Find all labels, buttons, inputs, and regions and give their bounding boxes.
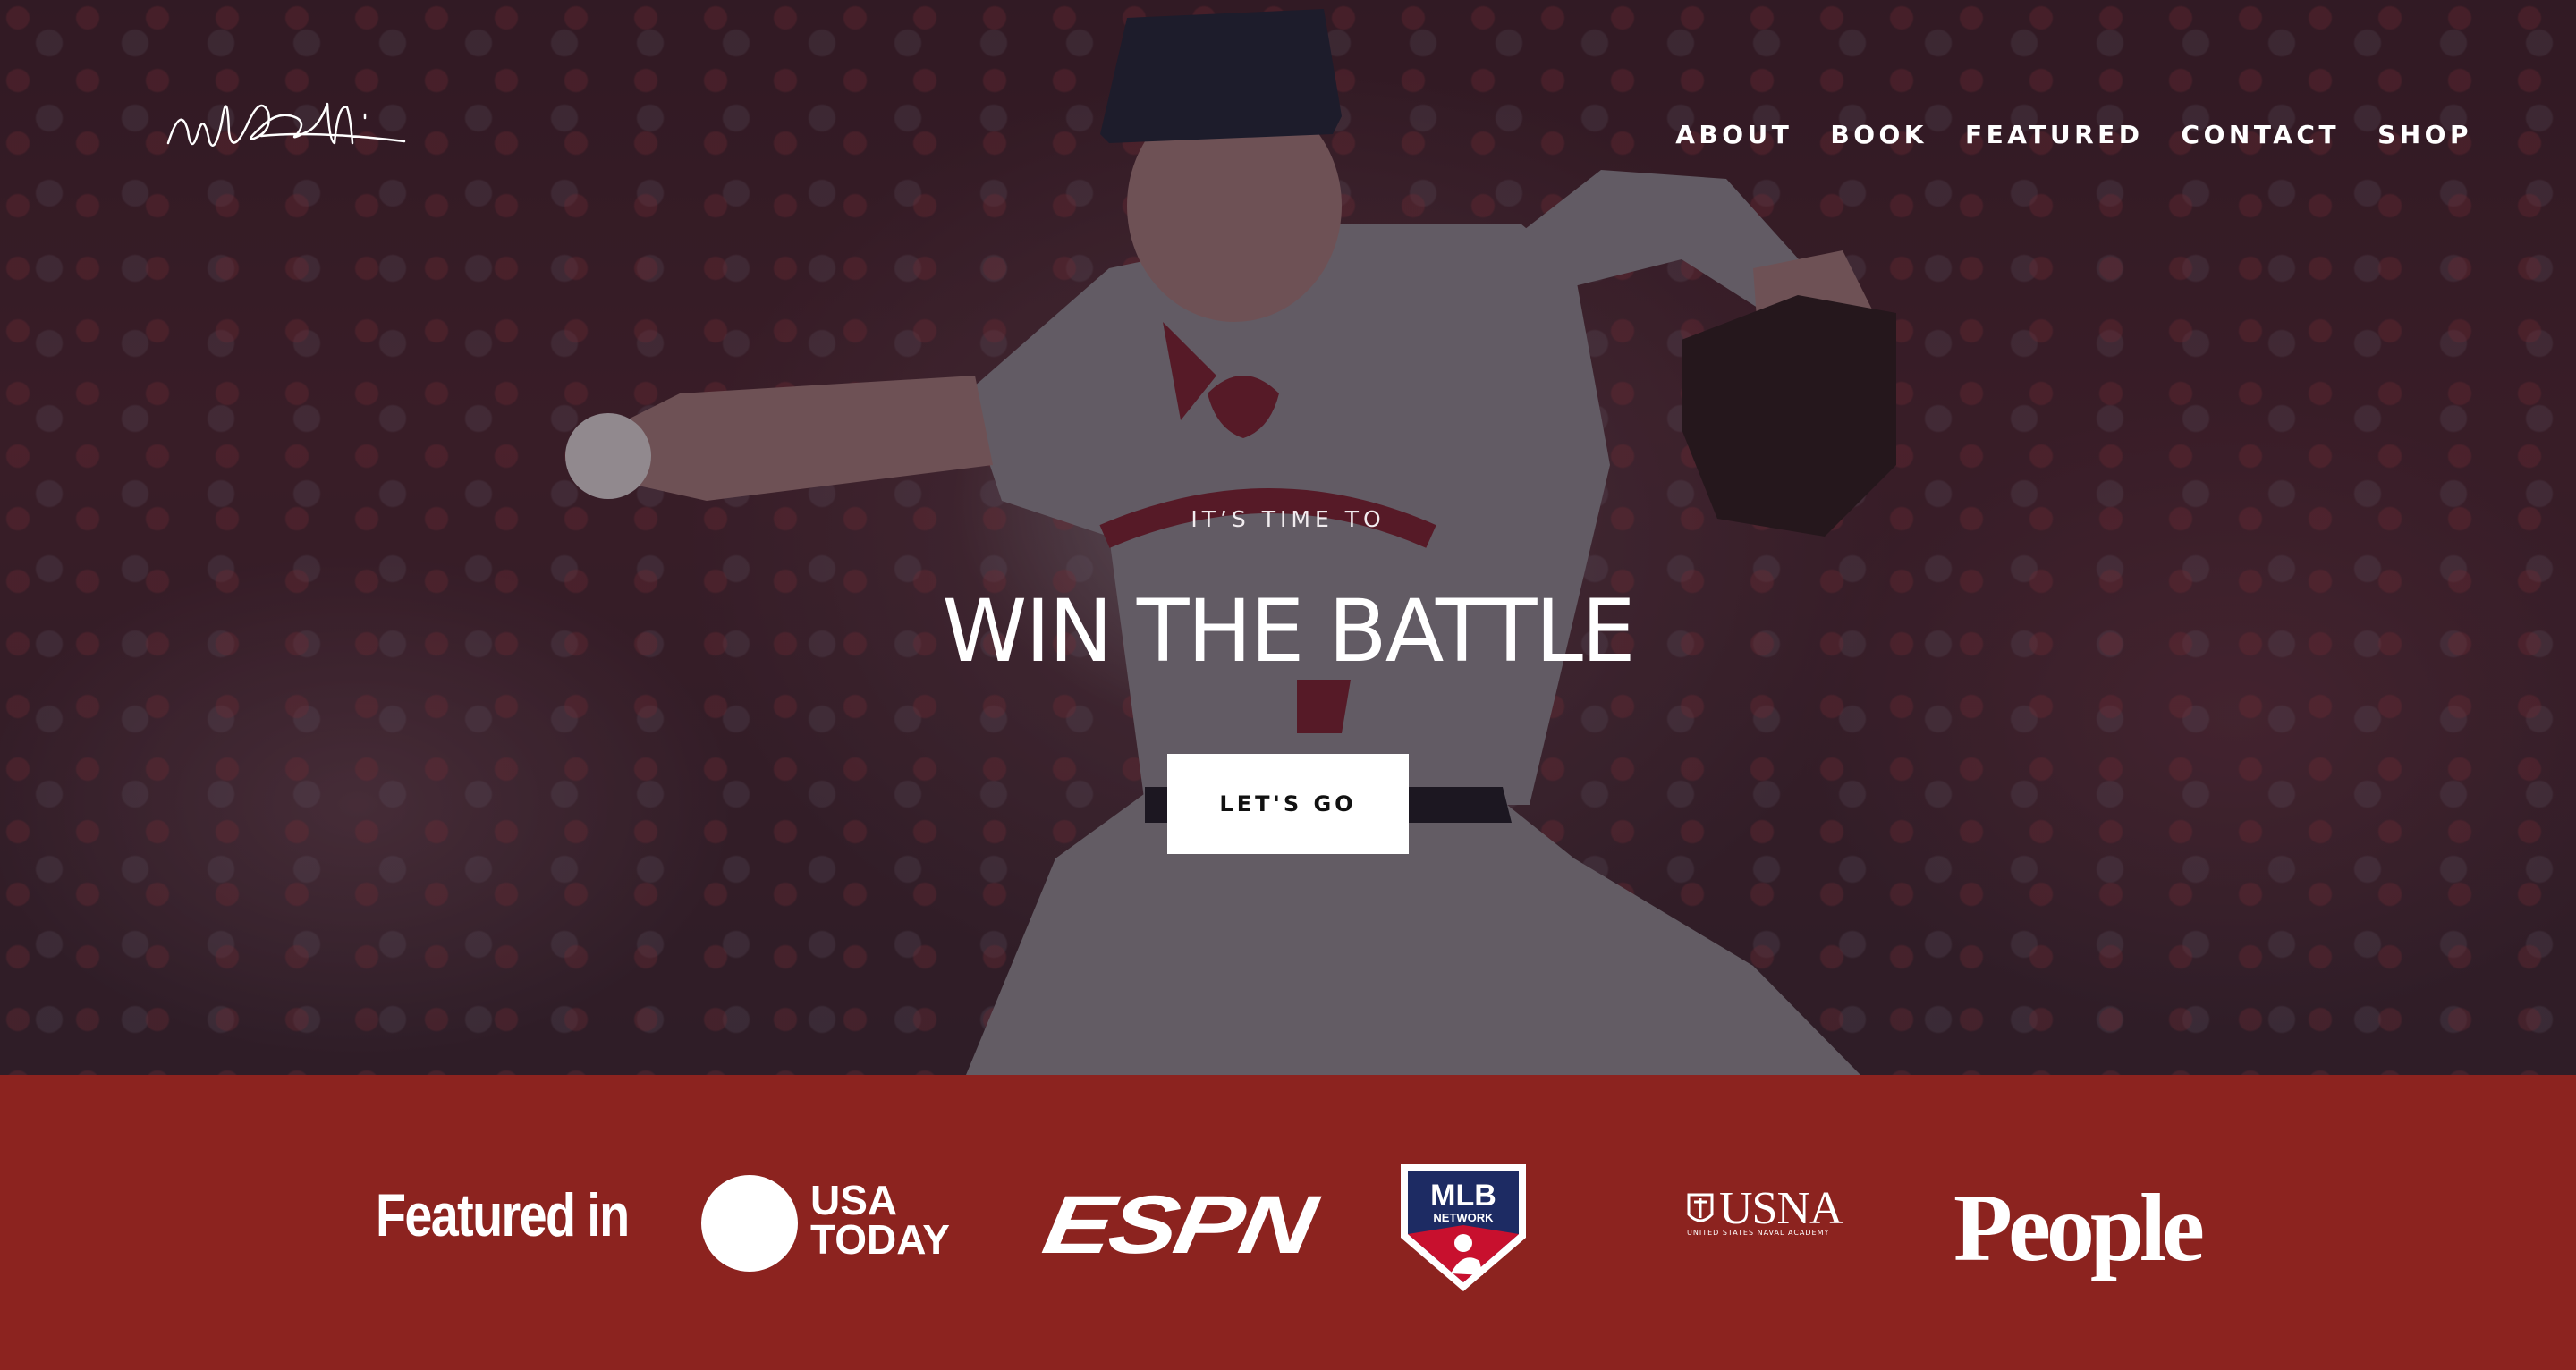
hero-section: ABOUT BOOK FEATURED CONTACT SHOP IT’S TI… <box>0 0 2576 1075</box>
usa-today-logo: USA TODAY <box>701 1173 970 1272</box>
mlb-network-logo: MLB NETWORK <box>1401 1164 1526 1291</box>
hero-eyebrow: IT’S TIME TO <box>1191 506 1385 532</box>
page: ABOUT BOOK FEATURED CONTACT SHOP IT’S TI… <box>0 0 2576 1370</box>
svg-text:MLB: MLB <box>1430 1179 1496 1213</box>
espn-logo: ESPN <box>1037 1180 1320 1271</box>
nav-item-featured[interactable]: FEATURED <box>1965 120 2144 149</box>
featured-in-label: Featured in <box>376 1181 630 1249</box>
nav-item-contact[interactable]: CONTACT <box>2182 120 2341 149</box>
svg-text:NETWORK: NETWORK <box>1433 1211 1494 1224</box>
people-logo: People <box>1953 1175 2205 1281</box>
usna-seal-icon <box>1687 1193 1714 1222</box>
usna-wordmark: USNA <box>1719 1183 1843 1234</box>
signature-logo[interactable] <box>163 68 415 184</box>
nav-item-book[interactable]: BOOK <box>1830 120 1928 149</box>
nav-item-shop[interactable]: SHOP <box>2377 120 2472 149</box>
main-nav: ABOUT BOOK FEATURED CONTACT SHOP <box>1675 120 2472 149</box>
nav-item-about[interactable]: ABOUT <box>1675 120 1792 149</box>
hero-headline: WIN THE BATTLE <box>942 581 1635 681</box>
lets-go-button[interactable]: LET'S GO <box>1167 754 1409 854</box>
usa-today-circle-icon <box>701 1175 798 1272</box>
usna-subtitle: UNITED STATES NAVAL ACADEMY <box>1687 1229 1830 1237</box>
usa-today-wordmark: USA TODAY <box>810 1177 950 1263</box>
usna-logo: USNA UNITED STATES NAVAL ACADEMY <box>1685 1183 1846 1238</box>
